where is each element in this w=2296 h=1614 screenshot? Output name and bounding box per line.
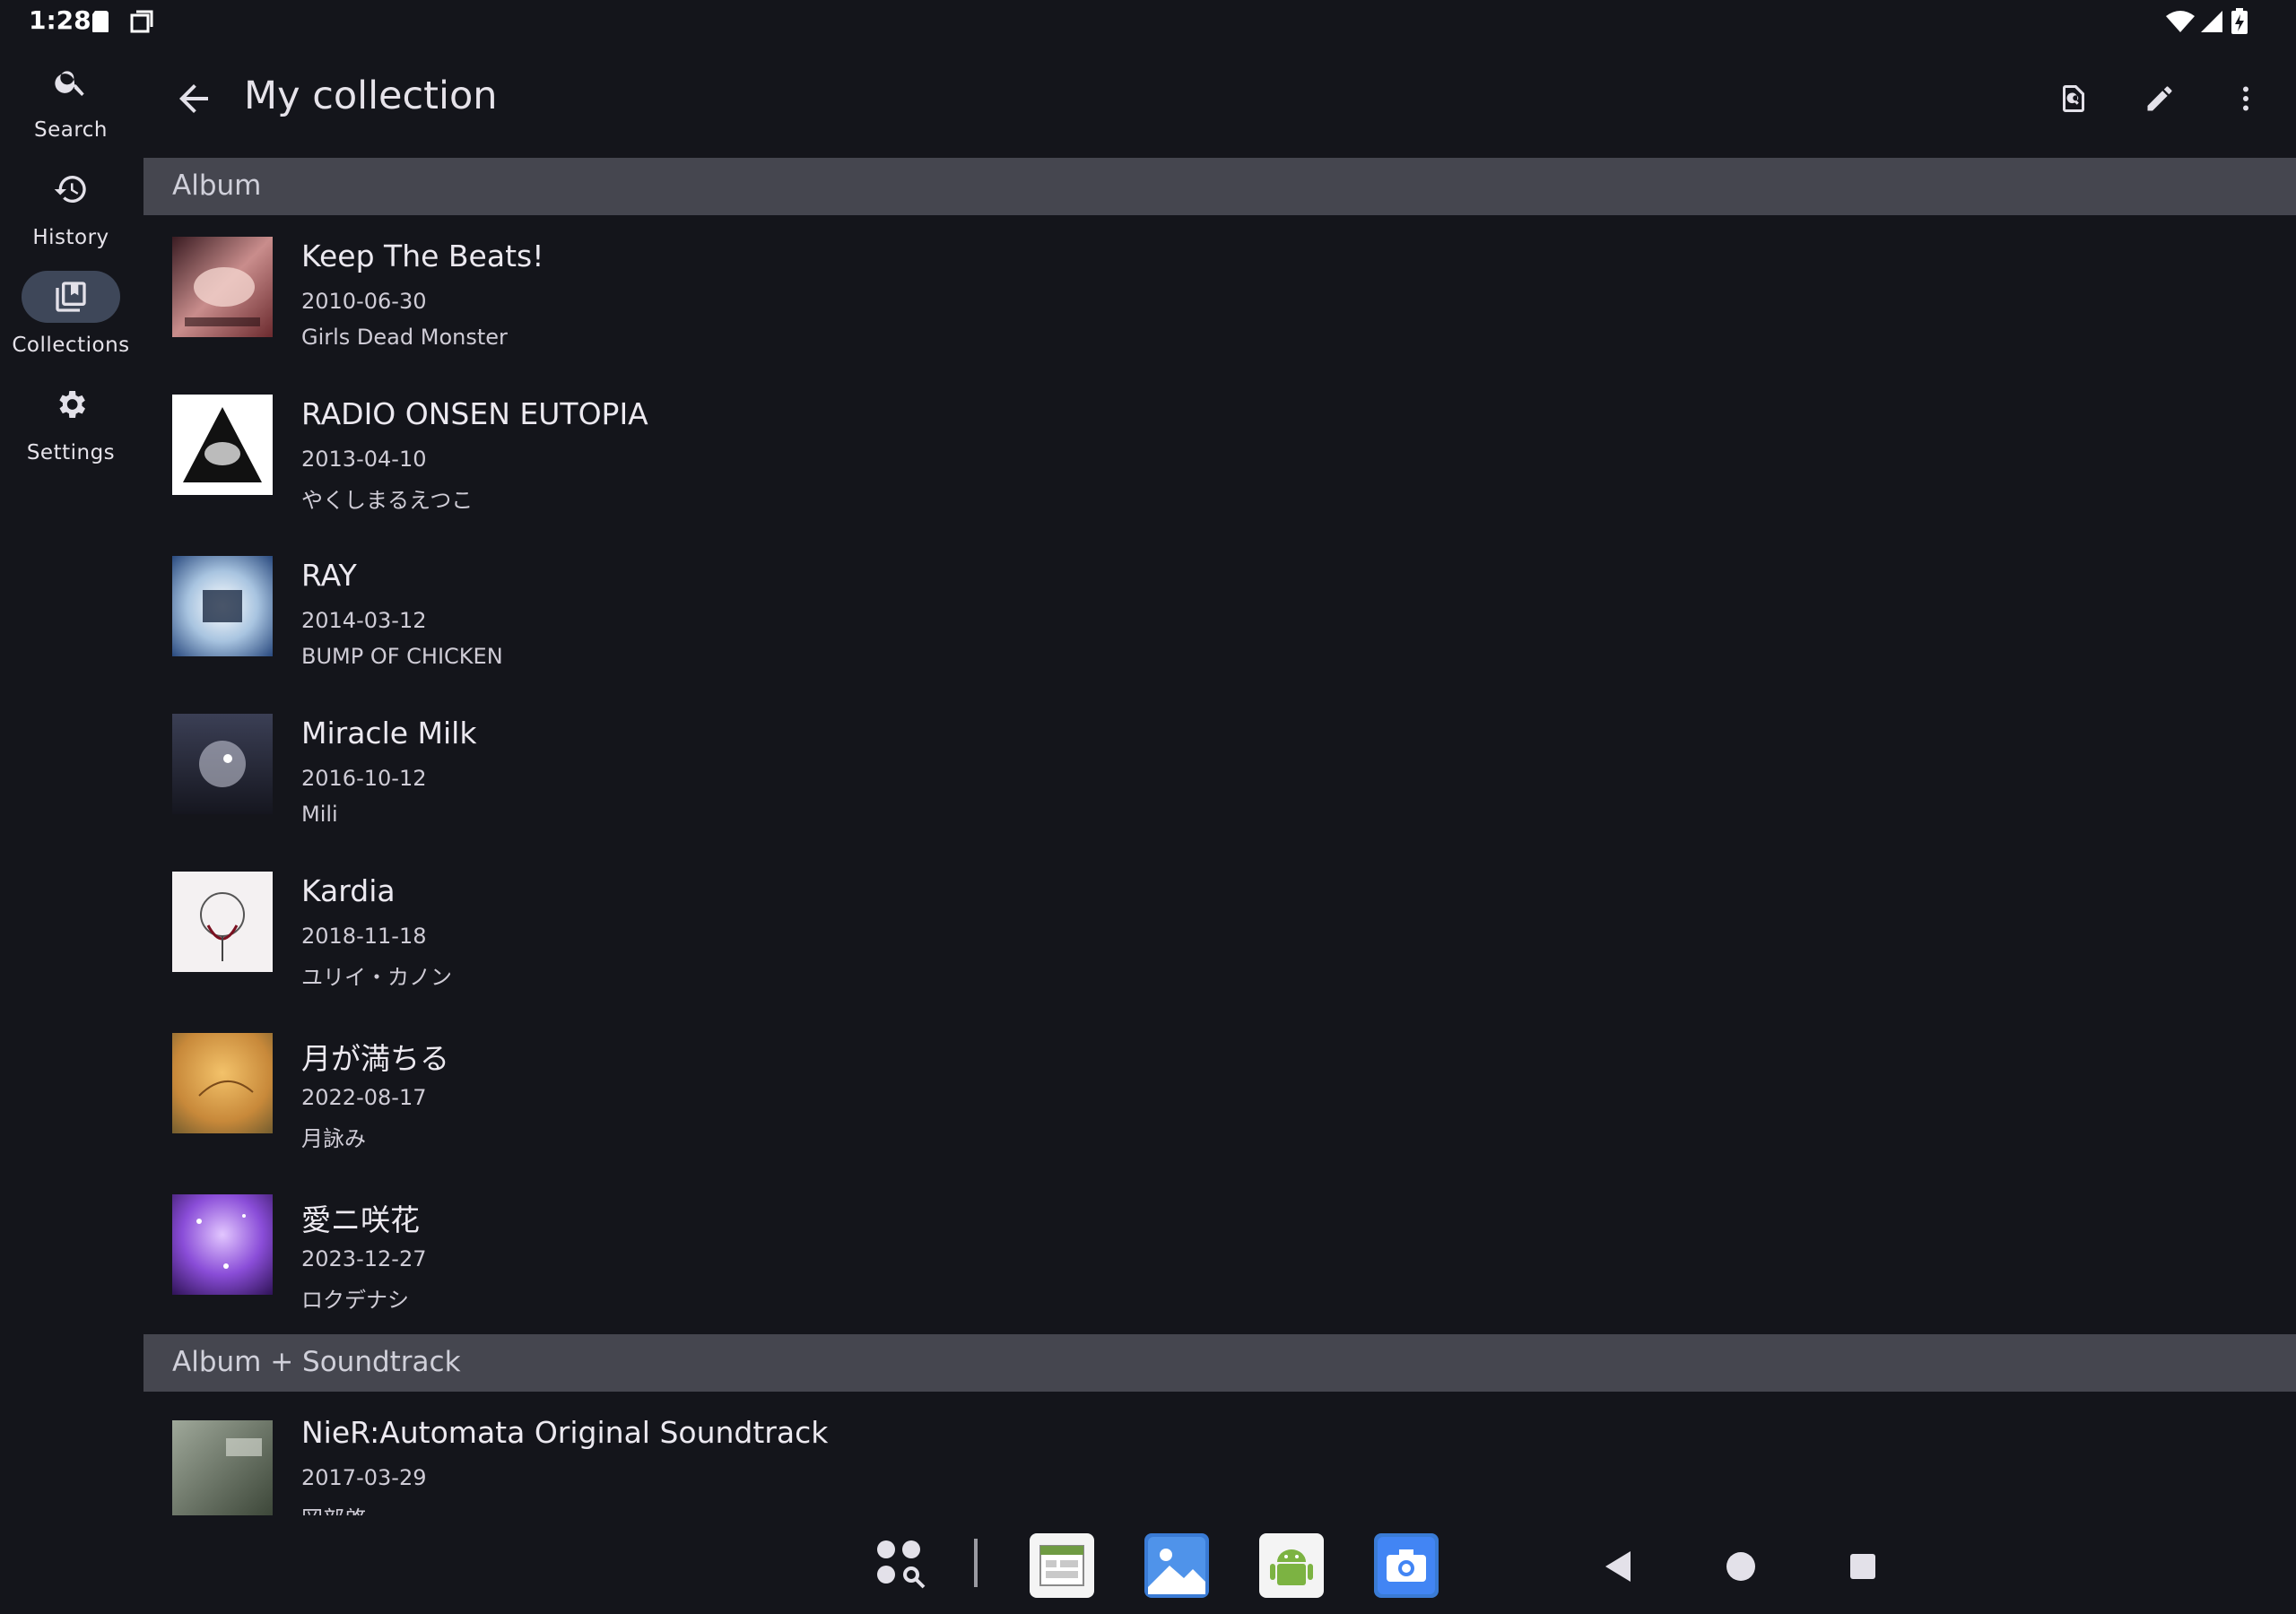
item-artist: やくしまるえつこ (301, 488, 474, 513)
item-title: Kardia (301, 873, 396, 908)
section-header-label: Album (172, 169, 262, 202)
section-header-album-soundtrack: Album + Soundtrack (144, 1334, 2296, 1392)
item-title: NieR:Automata Original Soundtrack (301, 1415, 829, 1450)
section-header-label: Album + Soundtrack (172, 1346, 461, 1378)
item-date: 2010-06-30 (301, 289, 427, 314)
list-item[interactable]: RAY 2014-03-12 BUMP OF CHICKEN (144, 538, 2296, 696)
back-nav-icon (1605, 1551, 1631, 1582)
all-apps-icon (877, 1540, 926, 1589)
item-artist: Girls Dead Monster (301, 325, 508, 350)
item-artist: 岡部啓一 (301, 1501, 387, 1515)
item-title: Miracle Milk (301, 716, 477, 751)
recents-nav-icon (1850, 1554, 1875, 1579)
android-app-icon[interactable] (1259, 1533, 1324, 1598)
item-title: RAY (301, 558, 357, 593)
collection-list[interactable]: Album Keep The Beats! 2010-06-30 Girls D… (0, 0, 2296, 1515)
recents-nav-button[interactable] (1839, 1542, 1887, 1591)
list-item[interactable]: NieR:Automata Original Soundtrack 2017-0… (144, 1402, 2296, 1515)
list-item[interactable]: Miracle Milk 2016-10-12 Mili (144, 696, 2296, 854)
item-artist: ユリイ・カノン (301, 965, 452, 990)
item-date: 2014-03-12 (301, 608, 427, 633)
home-nav-button[interactable] (1717, 1542, 1765, 1591)
item-title: RADIO ONSEN EUTOPIA (301, 396, 648, 431)
item-artist: ロクデナシ (301, 1288, 409, 1313)
album-art (172, 395, 273, 495)
list-item[interactable]: RADIO ONSEN EUTOPIA 2013-04-10 やくしまるえつこ (144, 377, 2296, 534)
album-art (172, 872, 273, 972)
album-art (172, 1420, 273, 1515)
gallery-app-icon[interactable] (1144, 1533, 1209, 1598)
camera-app-icon[interactable] (1374, 1533, 1439, 1598)
item-date: 2013-04-10 (301, 447, 427, 472)
back-nav-button[interactable] (1595, 1542, 1643, 1591)
section-header-album: Album (144, 158, 2296, 215)
list-item[interactable]: Kardia 2018-11-18 ユリイ・カノン (144, 854, 2296, 1011)
item-date: 2016-10-12 (301, 766, 427, 791)
item-date: 2023-12-27 (301, 1246, 427, 1271)
album-art (172, 556, 273, 656)
item-artist: 月詠み (301, 1126, 366, 1151)
item-title: Keep The Beats! (301, 239, 544, 273)
item-date: 2022-08-17 (301, 1085, 427, 1110)
home-nav-icon (1726, 1552, 1755, 1581)
item-artist: BUMP OF CHICKEN (301, 644, 503, 669)
album-art (172, 714, 273, 814)
album-art (172, 237, 273, 337)
item-title: 月が満ちる (301, 1041, 449, 1076)
item-artist: Mili (301, 802, 338, 827)
item-title: 愛ニ咲花 (301, 1202, 420, 1237)
item-date: 2017-03-29 (301, 1465, 427, 1490)
album-art (172, 1194, 273, 1295)
spreadsheet-app-icon[interactable] (1030, 1533, 1094, 1598)
item-date: 2018-11-18 (301, 924, 427, 949)
all-apps-button[interactable] (874, 1537, 927, 1591)
album-art (172, 1033, 273, 1133)
taskbar-divider (974, 1539, 978, 1587)
list-item[interactable]: 愛ニ咲花 2023-12-27 ロクデナシ (144, 1176, 2296, 1334)
list-item[interactable]: Keep The Beats! 2010-06-30 Girls Dead Mo… (144, 219, 2296, 377)
list-item[interactable]: 月が満ちる 2022-08-17 月詠み (144, 1015, 2296, 1173)
